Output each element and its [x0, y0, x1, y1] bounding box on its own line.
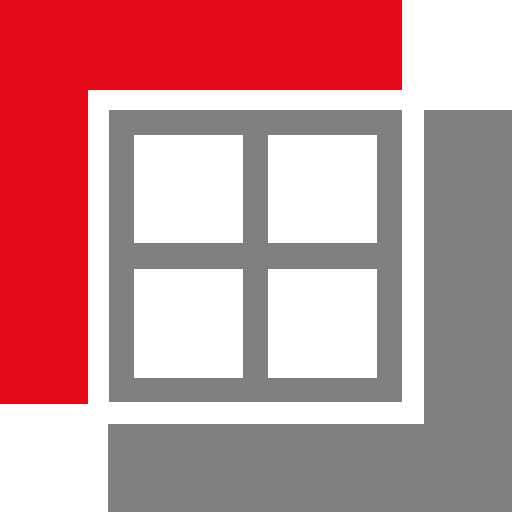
window-pane-bottom-left	[134, 269, 243, 378]
window-pane-top-left	[134, 135, 243, 243]
window-frame-logo-icon	[0, 0, 512, 512]
window-pane-top-right	[268, 135, 377, 243]
window-pane-bottom-right	[268, 269, 377, 378]
logo-canvas	[0, 0, 512, 512]
